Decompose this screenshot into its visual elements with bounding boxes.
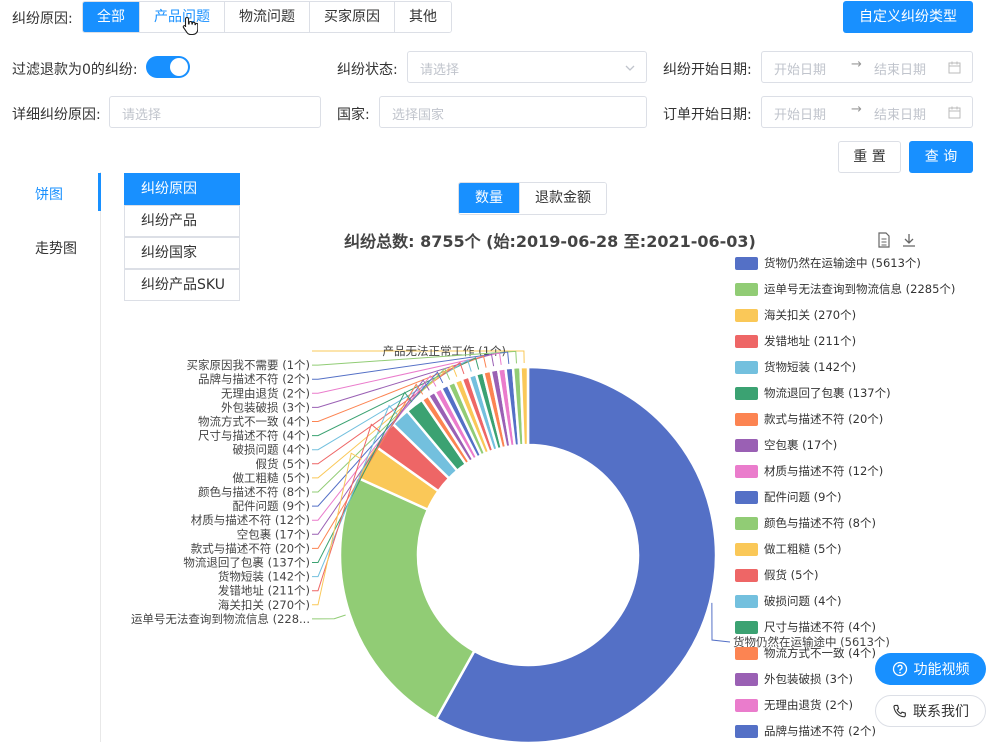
legend-swatch[interactable] xyxy=(735,413,758,426)
legend-label[interactable]: 材质与描述不符 (12个) xyxy=(764,464,883,478)
legend-label[interactable]: 破损问题 (4个) xyxy=(764,594,841,608)
legend-swatch[interactable] xyxy=(735,309,758,322)
legend-label[interactable]: 货物仍然在运输途中 (5613个) xyxy=(764,256,921,270)
legend-swatch[interactable] xyxy=(735,491,758,504)
slice-label: 无理由退货 (2个) xyxy=(221,386,310,400)
legend-swatch[interactable] xyxy=(735,699,758,712)
feature-video-button[interactable]: 功能视频 xyxy=(875,653,986,685)
legend-swatch[interactable] xyxy=(735,257,758,270)
label-line xyxy=(312,614,346,620)
legend-swatch[interactable] xyxy=(735,725,758,738)
legend-swatch[interactable] xyxy=(735,335,758,348)
legend-label[interactable]: 货物短装 (142个) xyxy=(764,360,856,374)
slice-label: 外包装破损 (3个) xyxy=(221,400,310,414)
phone-icon xyxy=(893,704,906,717)
slice-label: 空包裹 (17个) xyxy=(237,527,310,541)
legend-label[interactable]: 发错地址 (211个) xyxy=(764,334,856,348)
legend-swatch[interactable] xyxy=(735,439,758,452)
legend-label[interactable]: 假货 (5个) xyxy=(764,568,818,582)
slice-label: 货物短装 (142个) xyxy=(218,570,310,584)
legend-swatch[interactable] xyxy=(735,569,758,582)
legend-label[interactable]: 运单号无法查询到物流信息 (2285个) xyxy=(764,282,955,296)
legend-label[interactable]: 款式与描述不符 (20个) xyxy=(764,412,883,426)
donut-chart: 产品无法正常工作 (1个)买家原因我不需要 (1个)品牌与描述不符 (2个)无理… xyxy=(131,256,955,742)
contact-us-label: 联系我们 xyxy=(913,704,969,720)
legend-label[interactable]: 品牌与描述不符 (2个) xyxy=(764,724,876,738)
slice-label: 发错地址 (211个) xyxy=(218,584,310,598)
legend-swatch[interactable] xyxy=(735,647,758,660)
donut-slice[interactable] xyxy=(338,476,476,721)
slice-label: 运单号无法查询到物流信息 (228... xyxy=(131,612,310,626)
label-line xyxy=(711,602,731,643)
legend-label[interactable]: 无理由退货 (2个) xyxy=(764,698,853,712)
legend-label[interactable]: 物流方式不一致 (4个) xyxy=(764,646,876,660)
contact-us-button[interactable]: 联系我们 xyxy=(875,695,986,727)
legend-label[interactable]: 颜色与描述不符 (8个) xyxy=(764,516,876,530)
slice-label: 做工粗糙 (5个) xyxy=(233,471,310,485)
slice-label: 款式与描述不符 (20个) xyxy=(191,541,310,555)
legend-label[interactable]: 海关扣关 (270个) xyxy=(764,308,856,322)
slice-label: 物流方式不一致 (4个) xyxy=(198,415,310,429)
slice-label: 尺寸与描述不符 (4个) xyxy=(198,429,310,443)
legend-label[interactable]: 外包装破损 (3个) xyxy=(764,672,853,686)
slice-label: 配件问题 (9个) xyxy=(233,499,310,513)
legend-swatch[interactable] xyxy=(735,465,758,478)
slice-label: 颜色与描述不符 (8个) xyxy=(198,485,310,499)
legend-label[interactable]: 做工粗糙 (5个) xyxy=(764,542,841,556)
legend-swatch[interactable] xyxy=(735,283,758,296)
legend-label[interactable]: 尺寸与描述不符 (4个) xyxy=(764,620,876,634)
legend-swatch[interactable] xyxy=(735,543,758,556)
legend-label[interactable]: 空包裹 (17个) xyxy=(764,438,837,452)
legend-label[interactable]: 物流退回了包裹 (137个) xyxy=(764,386,891,400)
legend-swatch[interactable] xyxy=(735,673,758,686)
legend-swatch[interactable] xyxy=(735,361,758,374)
legend-swatch[interactable] xyxy=(735,595,758,608)
slice-label: 海关扣关 (270个) xyxy=(218,598,310,612)
legend-swatch[interactable] xyxy=(735,621,758,634)
slice-label: 物流退回了包裹 (137个) xyxy=(183,556,310,570)
legend-swatch[interactable] xyxy=(735,517,758,530)
slice-label: 材质与描述不符 (12个) xyxy=(191,513,310,527)
legend-label[interactable]: 配件问题 (9个) xyxy=(764,490,841,504)
feature-video-label: 功能视频 xyxy=(913,662,970,678)
slice-label: 买家原因我不需要 (1个) xyxy=(187,358,310,372)
slice-label: 品牌与描述不符 (2个) xyxy=(198,372,310,386)
help-circle-icon xyxy=(892,661,907,677)
legend-swatch[interactable] xyxy=(735,387,758,400)
slice-label: 假货 (5个) xyxy=(256,457,310,471)
slice-label: 破损问题 (4个) xyxy=(233,443,310,457)
